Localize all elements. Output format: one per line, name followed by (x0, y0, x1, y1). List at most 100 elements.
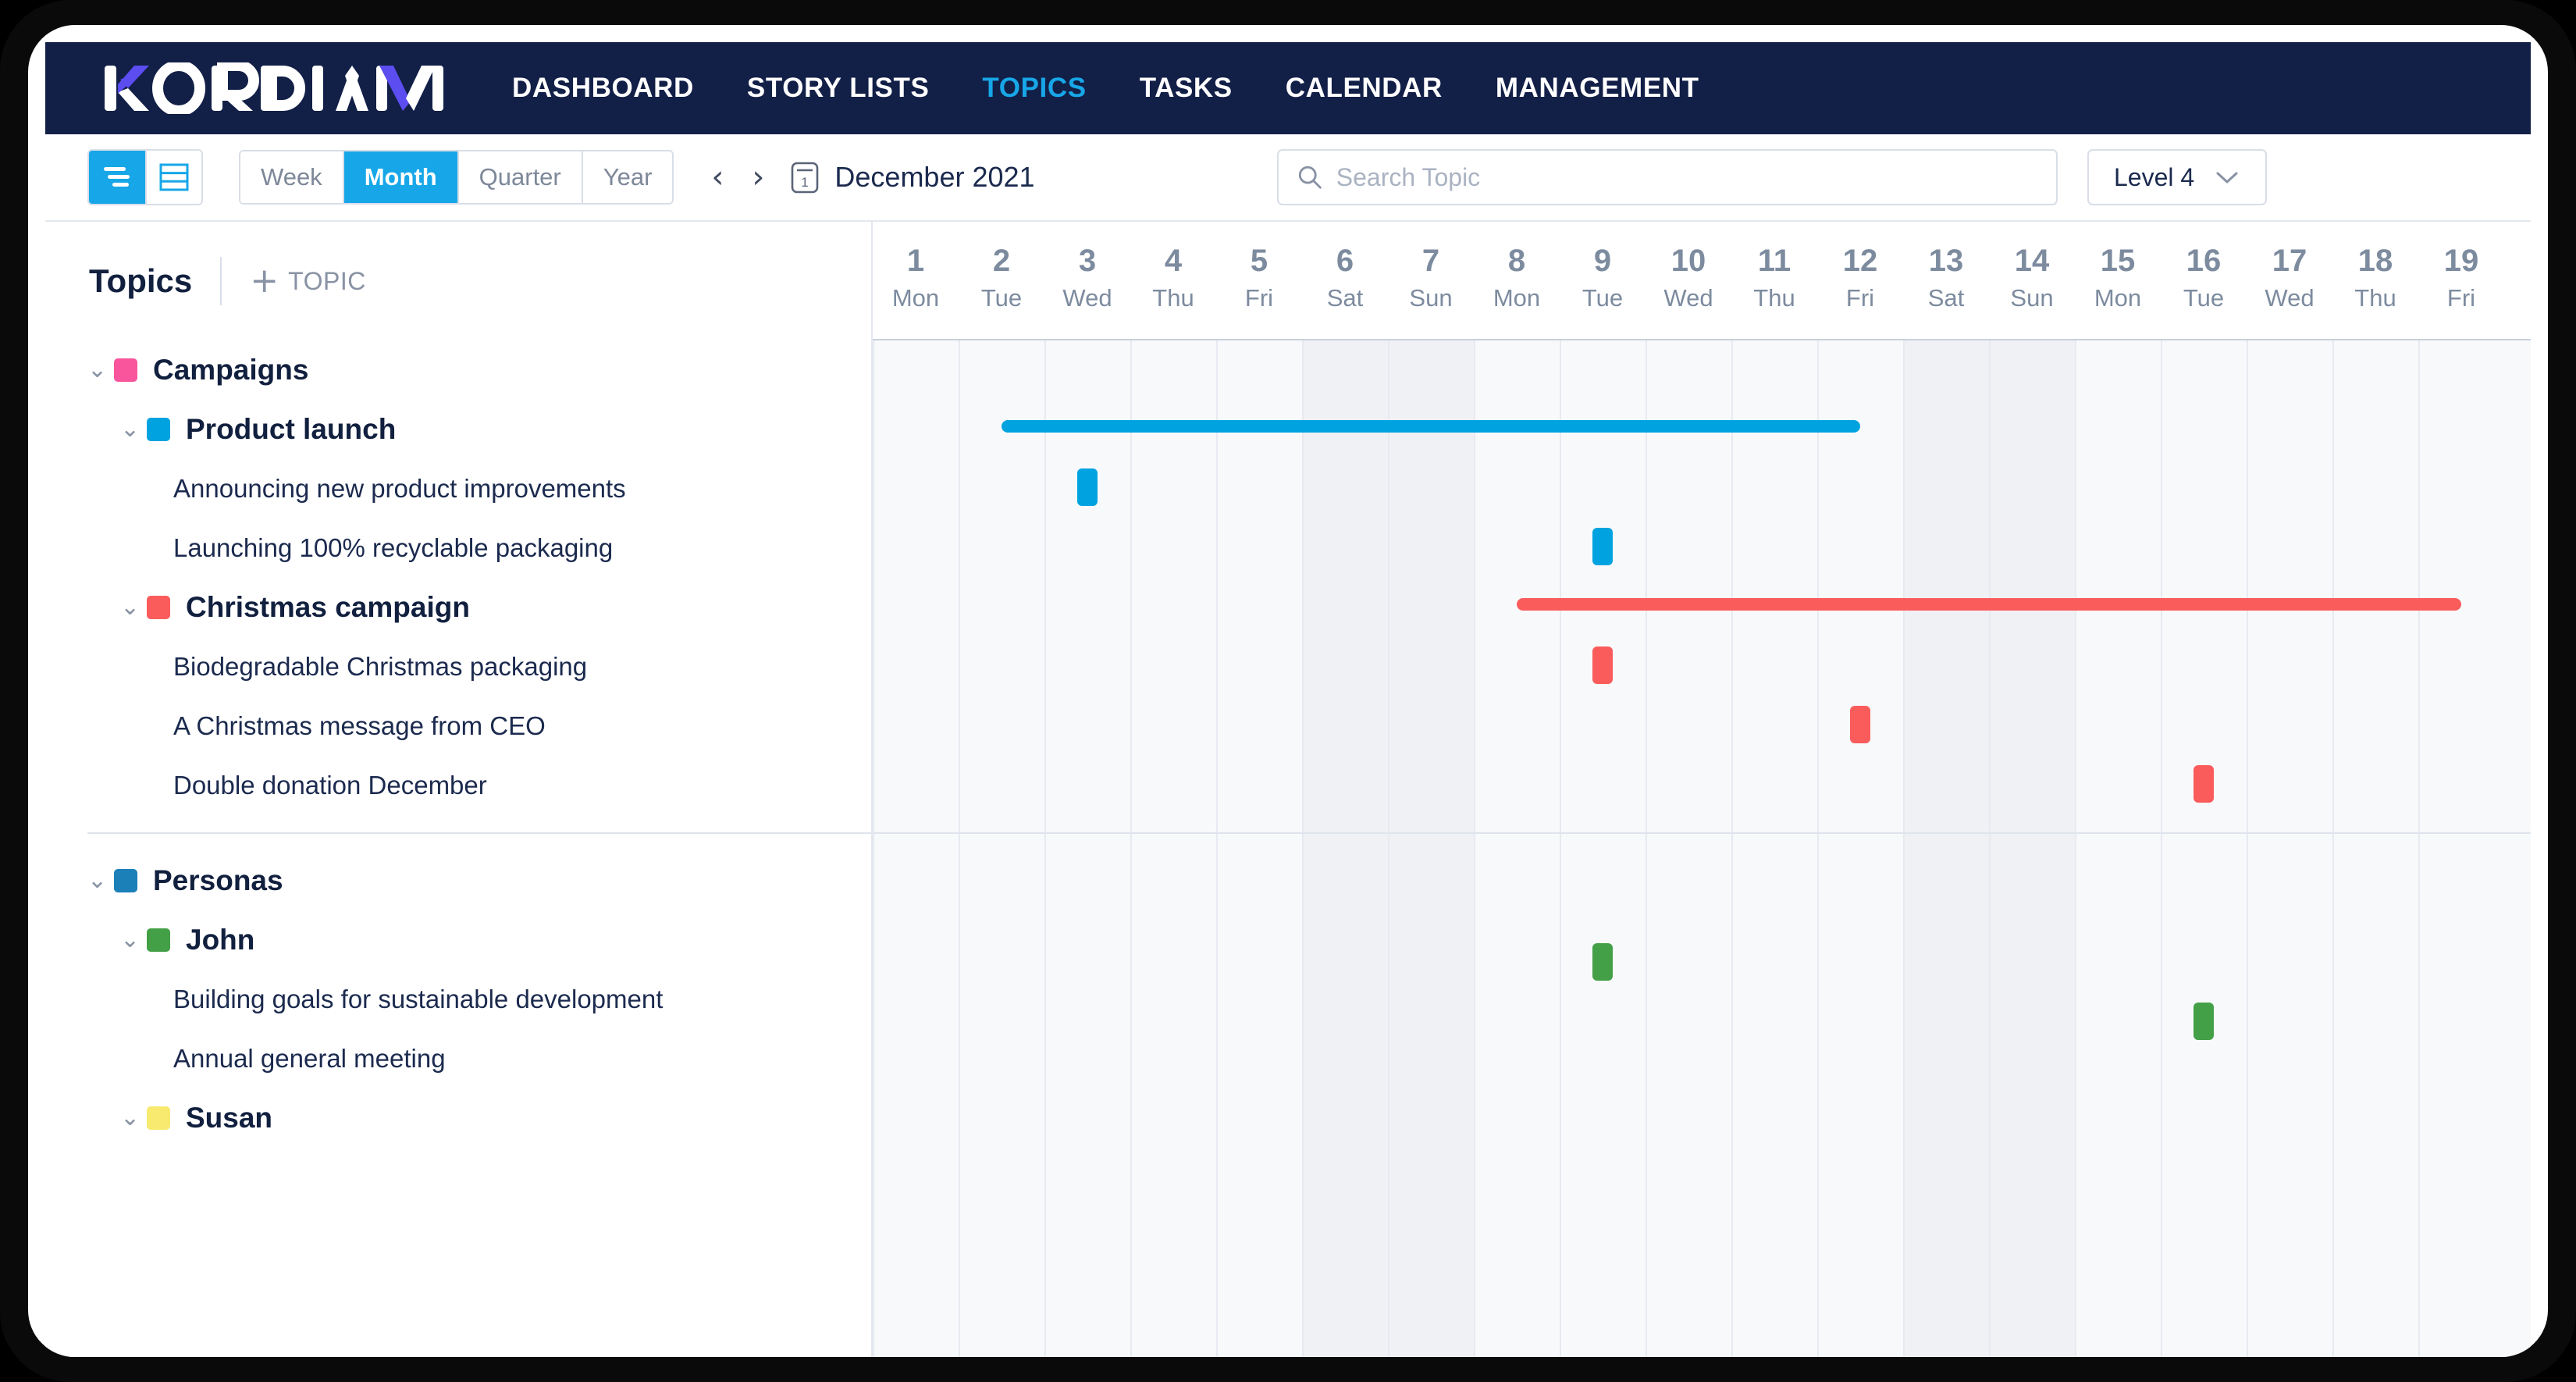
add-topic-button[interactable]: + TOPIC (250, 261, 366, 301)
day-header-13: 13 Sat (1903, 222, 1989, 339)
day-number: 2 (992, 244, 1011, 278)
day-header-4: 4 Thu (1130, 222, 1216, 339)
announcing-new-product-improvements-marker[interactable] (1077, 468, 1098, 506)
day-header-18: 18 Thu (2332, 222, 2418, 339)
grid-column-1 (873, 340, 959, 1357)
day-header-16: 16 Tue (2161, 222, 2247, 339)
building-goals-sustainable-development-marker[interactable] (1592, 943, 1613, 981)
chevron-down-icon[interactable]: ⌄ (120, 418, 147, 441)
plus-icon: + (250, 261, 279, 301)
chevron-down-icon[interactable]: ⌄ (120, 596, 147, 619)
level-dropdown[interactable]: Level 4 (2087, 149, 2267, 205)
day-number: 7 (1421, 244, 1440, 278)
table-view-button[interactable] (145, 151, 201, 204)
grid-column-4 (1130, 340, 1216, 1357)
nav-item-calendar[interactable]: CALENDAR (1259, 73, 1469, 104)
tree-item-biodegradable-christmas-packaging[interactable]: Biodegradable Christmas packaging (45, 637, 871, 696)
grid-column-13 (1903, 340, 1989, 1357)
topics-sidebar: Topics + TOPIC ⌄ Campaigns ⌄ Product lau… (45, 222, 873, 1357)
range-year[interactable]: Year (581, 151, 673, 203)
range-week[interactable]: Week (240, 151, 343, 203)
day-weekday: Tue (980, 284, 1023, 312)
grid-column-9 (1560, 340, 1646, 1357)
grid-column-18 (2332, 340, 2418, 1357)
launching-recyclable-packaging-marker[interactable] (1592, 528, 1613, 565)
chevron-down-icon[interactable]: ⌄ (120, 1106, 147, 1130)
tree-item-label: A Christmas message from CEO (173, 711, 546, 740)
day-header-12: 12 Fri (1817, 222, 1903, 339)
tree-item-announcing-new-product-improvements[interactable]: Announcing new product improvements (45, 459, 871, 518)
main-content: Topics + TOPIC ⌄ Campaigns ⌄ Product lau… (45, 222, 2531, 1357)
tree-item-label: Building goals for sustainable developme… (173, 985, 664, 1013)
nav-item-tasks[interactable]: TASKS (1113, 73, 1259, 104)
nav-item-topics[interactable]: TOPICS (955, 73, 1112, 104)
search-topic-box[interactable] (1276, 149, 2058, 205)
product-launch-span[interactable] (1002, 420, 1860, 433)
tree-section-divider (87, 832, 871, 834)
tree-item-launching-recyclable-packaging[interactable]: Launching 100% recyclable packaging (45, 518, 871, 578)
day-number: 19 (2443, 244, 2479, 278)
grid-column-16 (2161, 340, 2247, 1357)
tree-item-susan[interactable]: ⌄ Susan (45, 1088, 871, 1148)
day-number: 16 (2186, 244, 2222, 278)
tree-item-label: Double donation December (173, 771, 487, 800)
view-mode-toggle (87, 149, 203, 205)
double-donation-december-marker[interactable] (2194, 765, 2214, 803)
grid-column-14 (1989, 340, 2075, 1357)
grid-column-11 (1731, 340, 1817, 1357)
tree-item-christmas-campaign[interactable]: ⌄ Christmas campaign (45, 578, 871, 637)
day-weekday: Sun (1409, 284, 1453, 312)
day-number: 6 (1336, 244, 1354, 278)
timeline-section-divider (873, 832, 2531, 834)
christmas-campaign-span[interactable] (1517, 598, 2461, 611)
christmas-message-from-ceo-marker[interactable] (1850, 706, 1870, 743)
color-swatch (147, 418, 170, 441)
day-weekday: Wed (1663, 284, 1713, 312)
search-icon (1298, 166, 1322, 189)
search-input[interactable] (1336, 162, 2037, 192)
tree-item-campaigns[interactable]: ⌄ Campaigns (45, 340, 871, 400)
nav-item-story-lists[interactable]: STORY LISTS (720, 73, 956, 104)
day-weekday: Sun (2010, 284, 2054, 312)
chevron-down-icon[interactable]: ⌄ (87, 358, 114, 382)
chevron-down-icon[interactable]: ⌄ (87, 869, 114, 892)
current-period-display[interactable]: 1 December 2021 (791, 161, 1035, 194)
device-frame: DASHBOARD STORY LISTS TOPICS TASKS CALEN… (0, 0, 2576, 1382)
tree-item-john[interactable]: ⌄ John (45, 910, 871, 970)
tree-item-building-goals-sustainable-development[interactable]: Building goals for sustainable developme… (45, 970, 871, 1029)
period-label: December 2021 (834, 161, 1035, 193)
day-weekday: Sat (1927, 284, 1965, 312)
nav-item-management[interactable]: MANAGEMENT (1469, 73, 1726, 104)
tree-item-personas[interactable]: ⌄ Personas (45, 851, 871, 910)
next-period-button[interactable]: › (738, 162, 778, 193)
biodegradable-christmas-packaging-marker[interactable] (1592, 646, 1613, 684)
tree-item-product-launch[interactable]: ⌄ Product launch (45, 400, 871, 459)
range-quarter[interactable]: Quarter (457, 151, 582, 203)
timeline-day-header: 1 Mon 2 Tue 3 Wed 4 Thu 5 Fri 6 Sat 7 Sun 8 Mon 9 Tue 10 We… (873, 222, 2531, 340)
tree-item-double-donation-december[interactable]: Double donation December (45, 756, 871, 815)
chevron-down-icon[interactable]: ⌄ (120, 928, 147, 952)
tree-item-label: John (186, 924, 255, 956)
day-header-8: 8 Mon (1474, 222, 1560, 339)
page-title: Topics (89, 262, 193, 299)
kordiam-logo[interactable] (105, 42, 448, 134)
main-navigation: DASHBOARD STORY LISTS TOPICS TASKS CALEN… (486, 42, 1726, 134)
tree-item-christmas-message-from-ceo[interactable]: A Christmas message from CEO (45, 696, 871, 756)
gantt-view-button[interactable] (89, 151, 145, 204)
day-weekday: Thu (1753, 284, 1795, 312)
range-month[interactable]: Month (342, 151, 457, 203)
nav-item-dashboard[interactable]: DASHBOARD (486, 73, 720, 104)
annual-general-meeting-marker[interactable] (2194, 1003, 2214, 1040)
tree-item-label: Campaigns (153, 354, 309, 386)
day-number: 1 (906, 244, 925, 278)
grid-column-12 (1817, 340, 1903, 1357)
day-weekday: Mon (1493, 284, 1541, 312)
previous-period-button[interactable]: ‹ (697, 162, 738, 193)
day-header-7: 7 Sun (1388, 222, 1474, 339)
day-number: 14 (2014, 244, 2050, 278)
day-header-3: 3 Wed (1044, 222, 1130, 339)
day-header-9: 9 Tue (1560, 222, 1646, 339)
day-header-14: 14 Sun (1989, 222, 2075, 339)
day-weekday: Fri (2446, 284, 2476, 312)
tree-item-annual-general-meeting[interactable]: Annual general meeting (45, 1029, 871, 1088)
